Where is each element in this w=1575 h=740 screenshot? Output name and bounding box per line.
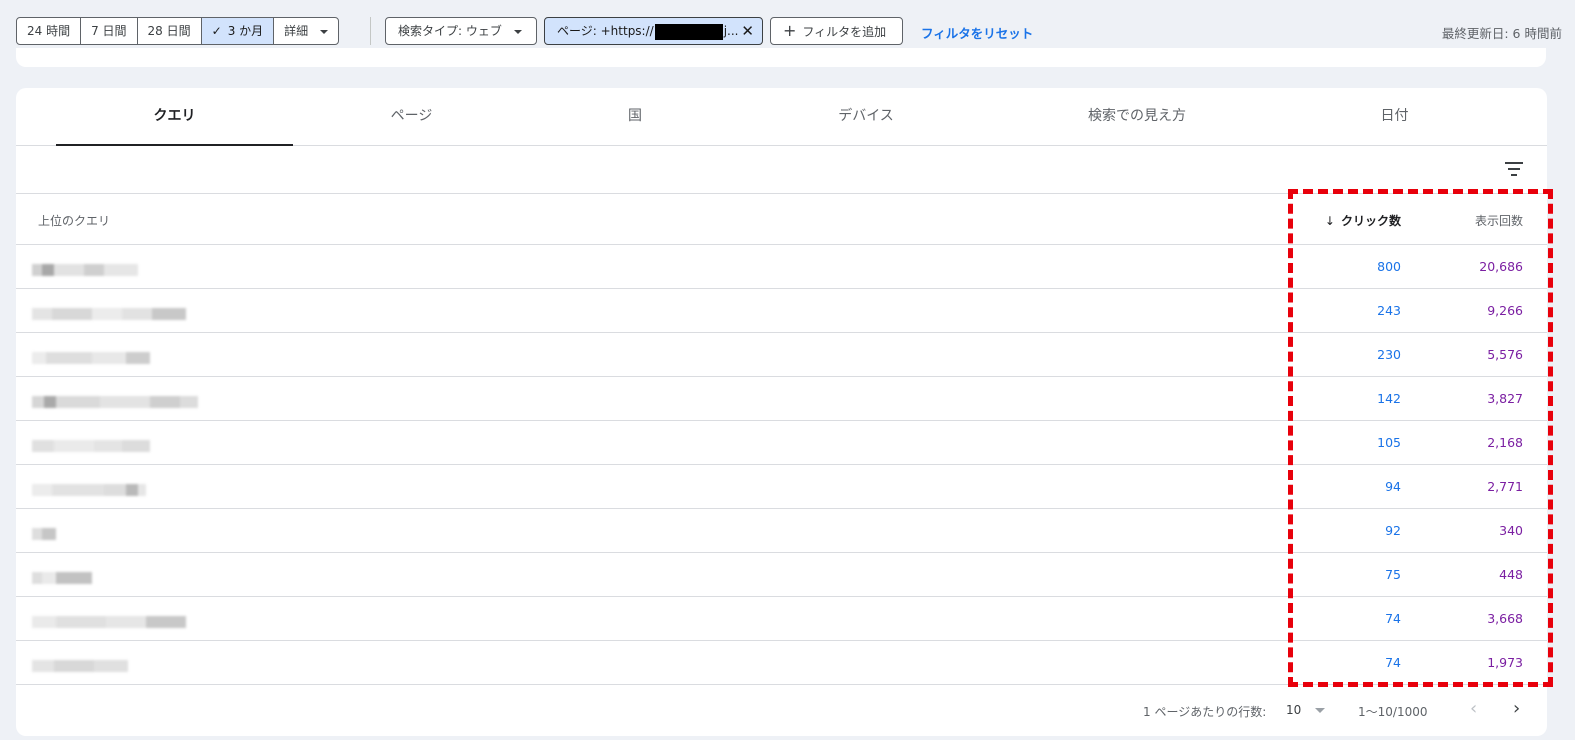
tab-search-appearance[interactable]: 検索での見え方 — [992, 88, 1282, 146]
plus-icon: + — [783, 21, 797, 40]
page-filter-chip[interactable]: ページ: +https:// j... ✕ — [544, 17, 763, 45]
rows-per-page-select[interactable]: 10 — [1286, 703, 1301, 717]
redacted-query — [32, 479, 146, 496]
redacted-query — [32, 655, 128, 672]
chevron-left-icon[interactable]: ‹ — [1470, 698, 1477, 719]
column-header-query[interactable]: 上位のクエリ — [38, 212, 110, 229]
redacted-query — [32, 391, 198, 408]
tab-countries[interactable]: 国 — [530, 88, 740, 146]
redacted-query — [32, 523, 56, 540]
redacted-query — [32, 259, 138, 276]
redacted-query — [32, 611, 186, 628]
dropdown-caret-icon[interactable] — [1315, 708, 1325, 713]
date-option-3m-label: 3 か月 — [227, 24, 264, 38]
add-filter-button[interactable]: + フィルタを追加 — [770, 17, 903, 45]
pagination-range: 1〜10/1000 — [1358, 705, 1428, 719]
dropdown-caret-icon — [513, 29, 522, 34]
search-type-label: 検索タイプ: ウェブ — [398, 24, 502, 38]
reset-filters-link[interactable]: フィルタをリセット — [921, 23, 1033, 42]
date-more-dropdown[interactable]: 詳細 — [274, 18, 338, 44]
rows-per-page-label: 1 ページあたりの行数: — [1143, 705, 1267, 719]
chevron-right-icon[interactable]: › — [1513, 698, 1520, 719]
add-filter-label: フィルタを追加 — [802, 25, 887, 39]
date-option-24h[interactable]: 24 時間 — [17, 18, 82, 44]
redacted-query — [32, 567, 92, 584]
divider — [370, 17, 371, 45]
tab-devices[interactable]: デバイス — [740, 88, 992, 146]
redacted-query — [32, 347, 150, 364]
redaction-block — [654, 23, 723, 40]
date-option-7d[interactable]: 7 日間 — [81, 18, 138, 44]
tab-pages[interactable]: ページ — [293, 88, 530, 146]
date-range-selector: 24 時間 7 日間 28 日間 ✓ 3 か月 詳細 — [16, 17, 340, 45]
date-option-3m[interactable]: ✓ 3 か月 — [201, 18, 275, 44]
table-filter-row — [16, 146, 1547, 194]
page-filter-suffix: j... — [723, 24, 739, 38]
highlight-annotation — [1288, 189, 1553, 687]
date-option-28d[interactable]: 28 日間 — [138, 18, 202, 44]
search-type-filter[interactable]: 検索タイプ: ウェブ — [385, 17, 537, 45]
page-filter-prefix: ページ: +https:// — [557, 24, 654, 38]
date-more-label: 詳細 — [284, 24, 309, 38]
table-pagination: 1 ページあたりの行数: 10 1〜10/1000 ‹ › — [16, 688, 1547, 736]
tab-queries[interactable]: クエリ — [56, 88, 293, 146]
tab-dates[interactable]: 日付 — [1282, 88, 1507, 146]
filter-list-icon[interactable] — [1505, 162, 1523, 176]
dropdown-caret-icon — [320, 29, 329, 34]
chart-card-edge — [16, 48, 1546, 67]
close-icon[interactable]: ✕ — [741, 18, 754, 44]
filter-bar: 24 時間 7 日間 28 日間 ✓ 3 か月 詳細 検索タイプ: ウェブ ページ… — [16, 17, 1575, 45]
redacted-query — [32, 435, 150, 452]
check-icon: ✓ — [211, 24, 222, 38]
redacted-query — [32, 303, 186, 320]
dimension-tabs: クエリ ページ 国 デバイス 検索での見え方 日付 — [16, 88, 1547, 146]
last-updated-text: 最終更新日: 6 時間前 — [1441, 26, 1562, 41]
